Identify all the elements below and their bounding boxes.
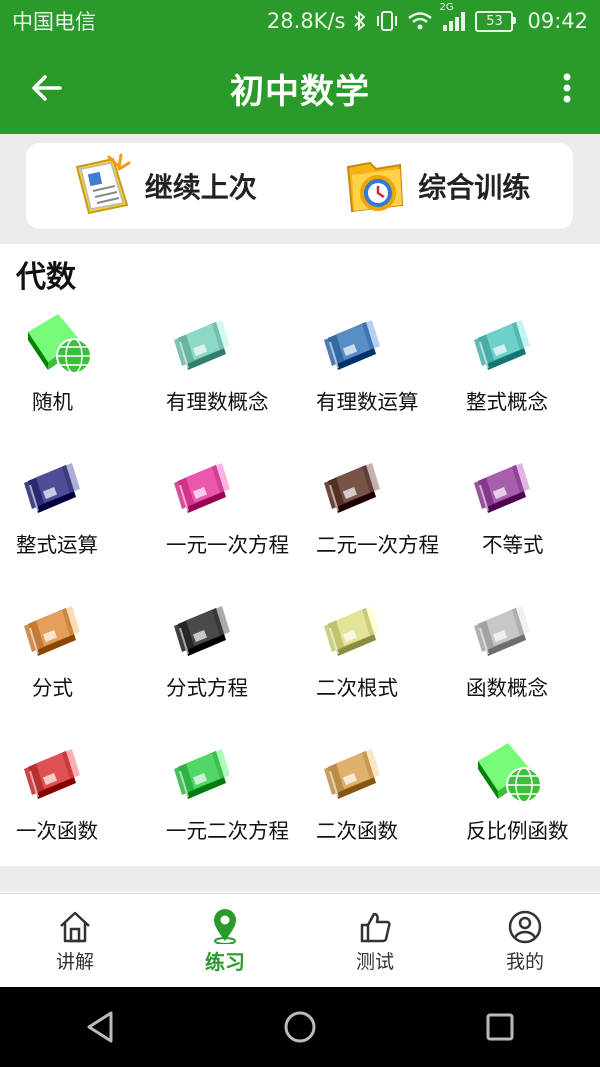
continue-last-button[interactable]: 继续上次 (26, 143, 300, 229)
app-root: 中国电信 28.8K/s 2G 53 09:42 初中数学 继续上次 综合训练 … (0, 0, 600, 1067)
topic-label: 整式概念 (466, 390, 548, 414)
book-icon (174, 749, 230, 799)
topic-label: 整式运算 (16, 533, 98, 557)
bluetooth-icon (353, 10, 367, 32)
more-vertical-icon (563, 73, 571, 103)
topic-item[interactable]: 二元一次方程 (300, 447, 450, 590)
topic-label: 分式方程 (166, 676, 248, 700)
topic-label: 一次函数 (16, 819, 98, 843)
home-icon (60, 911, 90, 942)
topic-label: 函数概念 (466, 676, 548, 700)
location-pin-icon (214, 908, 236, 944)
more-options-button[interactable] (554, 68, 580, 108)
nav-label: 讲解 (55, 950, 94, 973)
topic-item[interactable]: 反比例函数 (450, 733, 600, 876)
topic-item[interactable]: 二次函数 (300, 733, 450, 876)
topic-item[interactable]: 二次根式 (300, 590, 450, 733)
topic-item[interactable]: 一元二次方程 (150, 733, 300, 876)
page-title: 初中数学 (230, 71, 370, 112)
topic-grid: 随机 有理数概念 有理数运算 整式概念整式运算 一元一次方程 二元一次方程 不等式分式 分式方… (0, 304, 600, 876)
topic-item[interactable]: 函数概念 (450, 590, 600, 733)
triangle-back-icon (87, 1011, 113, 1043)
topic-label: 分式 (32, 676, 73, 700)
book-icon (24, 749, 80, 799)
globe-book-icon (28, 314, 92, 374)
user-icon (508, 910, 542, 943)
carrier-label: 中国电信 (12, 10, 96, 34)
topic-label: 有理数运算 (316, 390, 419, 414)
system-home-button[interactable] (270, 997, 330, 1057)
nav-label: 我的 (505, 950, 544, 973)
topic-item[interactable]: 有理数概念 (150, 304, 300, 447)
topic-item[interactable]: 一次函数 (0, 733, 150, 876)
status-bar: 中国电信 28.8K/s 2G 53 09:42 (0, 0, 600, 42)
system-back-button[interactable] (70, 997, 130, 1057)
comprehensive-training-button[interactable]: 综合训练 (300, 143, 574, 229)
book-icon (474, 463, 530, 513)
topic-label: 二次函数 (316, 819, 398, 843)
square-recents-icon (486, 1013, 514, 1041)
nav-item[interactable]: 练习 (150, 894, 300, 988)
book-icon (324, 320, 380, 370)
topic-label: 随机 (32, 390, 73, 414)
topic-item[interactable]: 整式运算 (0, 447, 150, 590)
topic-label: 反比例函数 (466, 819, 569, 843)
battery-icon: 53 (475, 10, 517, 32)
thumbs-up-icon (360, 912, 391, 942)
system-nav-bar (0, 987, 600, 1067)
topic-item[interactable]: 一元一次方程 (150, 447, 300, 590)
nav-item[interactable]: 我的 (450, 894, 600, 988)
book-icon (474, 320, 530, 370)
topic-section: 代数 随机 有理数概念 有理数运算 整式概念整式运算 一元一次方程 二元一次方程 不等式分式… (0, 244, 600, 866)
topic-label: 不等式 (482, 533, 544, 557)
comprehensive-training-label: 综合训练 (418, 171, 531, 204)
signal-icon: 2G (439, 2, 467, 32)
book-icon (324, 463, 380, 513)
folder-clock-icon (347, 161, 404, 213)
book-icon (324, 749, 380, 799)
network-speed: 28.8K/s (266, 9, 346, 33)
topic-item[interactable]: 有理数运算 (300, 304, 450, 447)
continue-last-label: 继续上次 (144, 171, 257, 204)
quick-actions-area: 继续上次 综合训练 (0, 134, 600, 244)
book-icon (24, 463, 80, 513)
globe-book-icon (478, 743, 542, 803)
circle-home-icon (284, 1011, 316, 1043)
nav-item[interactable]: 测试 (300, 894, 450, 988)
nav-item[interactable]: 讲解 (0, 894, 150, 988)
bottom-nav: 讲解 练习 测试 我的 (0, 893, 600, 988)
topic-label: 有理数概念 (166, 390, 269, 414)
status-icons: 28.8K/s 2G 53 09:42 (266, 2, 588, 33)
topic-label: 二元一次方程 (316, 533, 439, 557)
back-button[interactable] (26, 68, 66, 108)
network-type: 2G (439, 2, 454, 13)
topic-item[interactable]: 不等式 (450, 447, 600, 590)
quick-actions-card: 继续上次 综合训练 (26, 143, 573, 229)
topic-item[interactable]: 分式方程 (150, 590, 300, 733)
clock: 09:42 (527, 9, 588, 33)
arrow-left-icon (32, 75, 62, 101)
app-bar: 初中数学 (0, 42, 600, 134)
wifi-icon (407, 10, 433, 32)
section-divider (0, 866, 600, 892)
book-icon (324, 606, 380, 656)
book-icon (174, 320, 230, 370)
section-title: 代数 (16, 260, 76, 295)
topic-label: 一元二次方程 (166, 819, 289, 843)
topic-label: 一元一次方程 (166, 533, 289, 557)
book-icon (24, 606, 80, 656)
system-recents-button[interactable] (470, 997, 530, 1057)
topic-item[interactable]: 分式 (0, 590, 150, 733)
topic-item[interactable]: 整式概念 (450, 304, 600, 447)
nav-label: 练习 (205, 949, 245, 974)
battery-level: 53 (486, 13, 503, 29)
book-icon (174, 606, 230, 656)
topic-item[interactable]: 随机 (0, 304, 150, 447)
book-icon (474, 606, 530, 656)
book-icon (174, 463, 230, 513)
nav-label: 测试 (355, 950, 394, 973)
topic-label: 二次根式 (316, 676, 398, 700)
notebook-icon (75, 153, 131, 215)
vibrate-icon (375, 10, 399, 32)
